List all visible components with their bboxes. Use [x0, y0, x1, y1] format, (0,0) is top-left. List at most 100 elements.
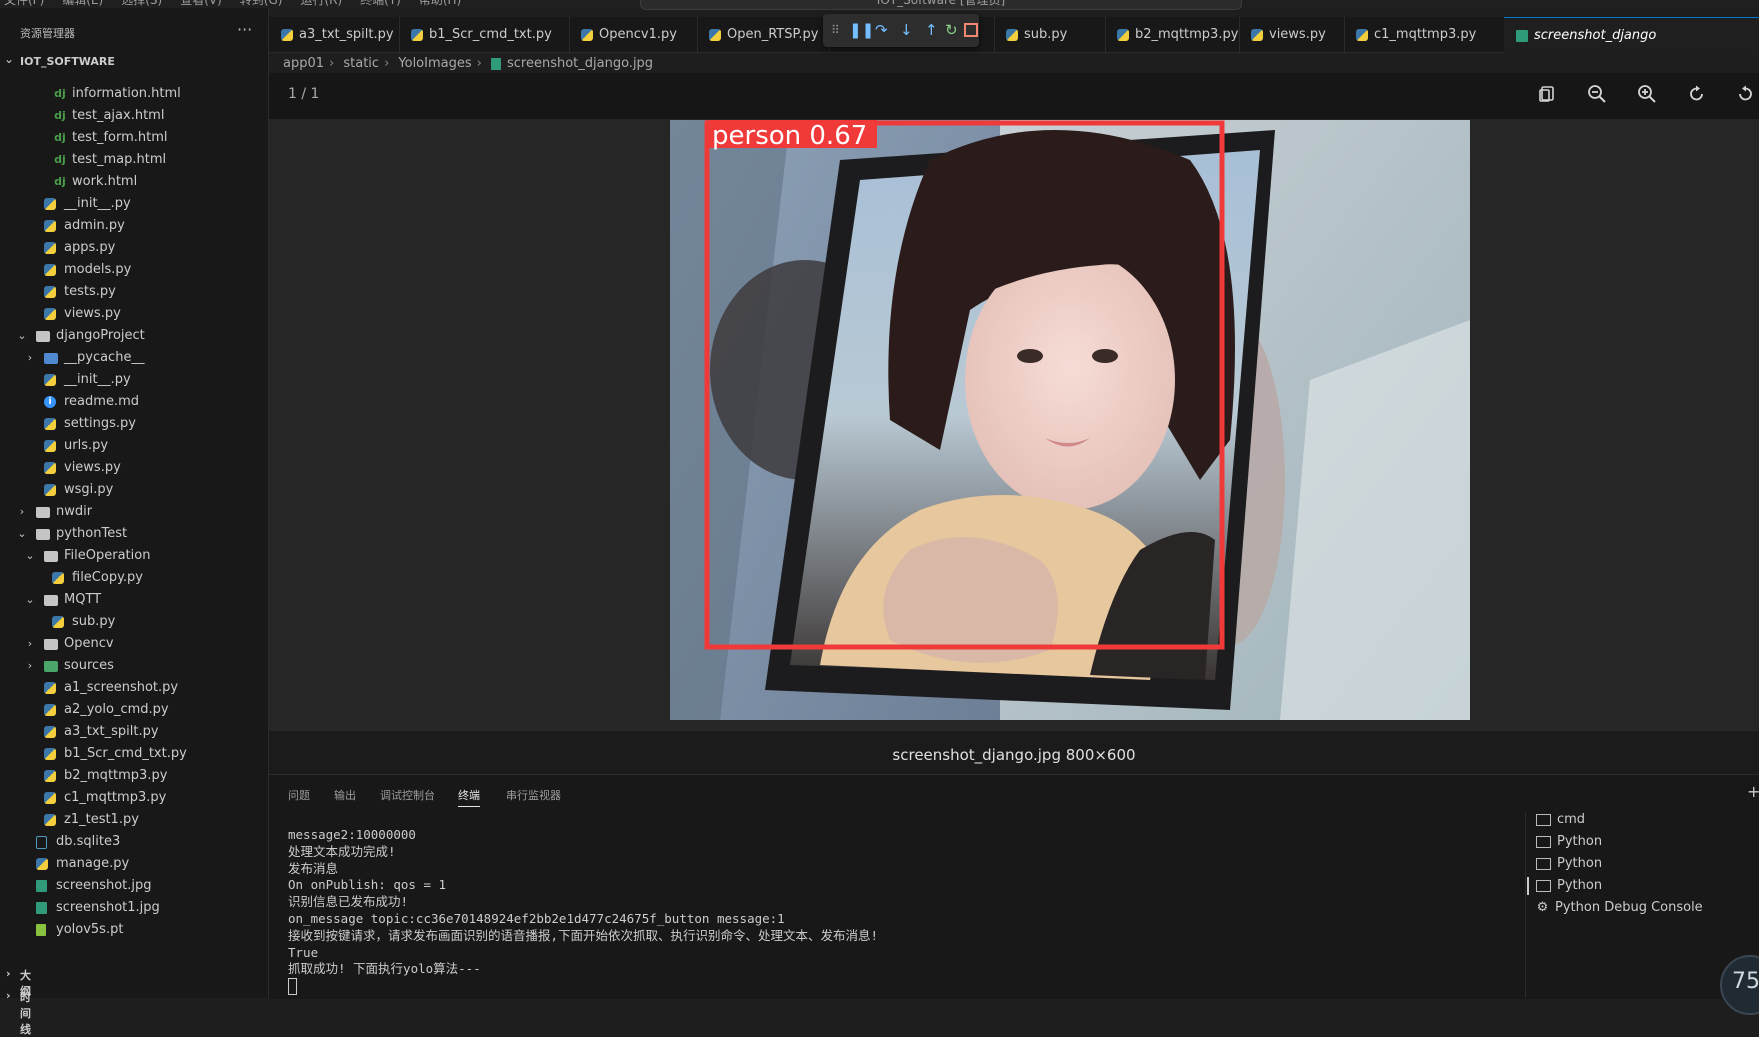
breadcrumb-item[interactable]: static [343, 56, 379, 71]
tree-item[interactable]: fileCopy.py [0, 567, 268, 589]
editor-tab[interactable]: a3_txt_spilt.py [269, 17, 400, 52]
panel-tab[interactable]: 串行监视器 [506, 786, 561, 806]
tree-item[interactable]: __init__.py [0, 369, 268, 391]
editor-tab[interactable]: b2_mqttmp3.py [1105, 17, 1240, 52]
tree-item[interactable]: manage.py [0, 853, 268, 875]
tree-item[interactable]: › Opencv [0, 633, 268, 655]
menu-bar[interactable]: 文件(F) 编辑(E) 选择(S) 查看(V) 转到(G) 运行(R) 终端(T) 帮助(H) [4, 0, 479, 8]
tree-item-label: a2_yolo_cmd.py [64, 702, 169, 717]
editor-tab[interactable]: Opencv1.py [569, 17, 698, 52]
tree-item[interactable]: dj test_map.html [0, 149, 268, 171]
tree-item[interactable]: ⌄ MQTT [0, 589, 268, 611]
tree-item[interactable]: a3_txt_spilt.py [0, 721, 268, 743]
tree-item[interactable]: i readme.md [0, 391, 268, 413]
editor-tab[interactable]: b1_Scr_cmd_txt.py [399, 17, 570, 52]
tree-item[interactable]: ⌄ pythonTest [0, 523, 268, 545]
tree-item[interactable]: wsgi.py [0, 479, 268, 501]
tree-item[interactable]: sub.py [0, 611, 268, 633]
editor-tab[interactable]: views.py [1239, 17, 1345, 52]
copy-icon[interactable] [1535, 84, 1559, 108]
command-center[interactable]: IOT_Software [管理员] [640, 0, 1242, 10]
tree-item[interactable]: a1_screenshot.py [0, 677, 268, 699]
step-over-icon[interactable]: ↷ [875, 20, 888, 40]
breadcrumb-item[interactable]: app01 [283, 56, 324, 71]
tree-item[interactable]: dj work.html [0, 171, 268, 193]
tree-item[interactable]: dj information.html [0, 83, 268, 105]
tab-label: b2_mqttmp3.py [1135, 27, 1239, 42]
terminal-instance[interactable]: ⚙ Python Debug Console [1536, 897, 1703, 919]
tree-item[interactable]: views.py [0, 457, 268, 479]
stop-icon[interactable] [964, 23, 978, 37]
tree-item[interactable]: yolov5s.pt [0, 919, 268, 941]
editor-tab[interactable]: screenshot_django [1504, 17, 1759, 53]
zoom-out-icon[interactable] [1585, 84, 1609, 108]
tree-item[interactable]: settings.py [0, 413, 268, 435]
tree-item[interactable]: a2_yolo_cmd.py [0, 699, 268, 721]
reset-icon[interactable] [1733, 84, 1757, 108]
tree-item[interactable]: › sources [0, 655, 268, 677]
new-terminal-icon[interactable]: + [1747, 782, 1759, 801]
tree-item[interactable]: apps.py [0, 237, 268, 259]
menu-item[interactable]: 帮助(H) [419, 0, 461, 7]
editor-tab[interactable]: sub.py [994, 17, 1106, 52]
tree-item-label: z1_test1.py [64, 812, 139, 827]
panel-tab[interactable]: 输出 [334, 786, 356, 806]
breadcrumb-item[interactable]: screenshot_django.jpg [507, 56, 653, 71]
database-icon [36, 836, 47, 849]
chevron-down-icon[interactable]: ⌄ [4, 52, 14, 66]
workspace-root[interactable]: IOT_SOFTWARE [20, 55, 115, 68]
terminal-output[interactable]: message2:10000000 处理文本成功完成! 发布消息 On onPubli… [288, 827, 878, 996]
python-icon [44, 308, 56, 320]
tree-item[interactable]: dj test_form.html [0, 127, 268, 149]
tree-item[interactable]: screenshot.jpg [0, 875, 268, 897]
tree-item[interactable]: tests.py [0, 281, 268, 303]
step-out-icon[interactable]: ↑ [925, 20, 938, 40]
tree-item[interactable]: › nwdir [0, 501, 268, 523]
tree-item[interactable]: ⌄ djangoProject [0, 325, 268, 347]
menu-item[interactable]: 文件(F) [4, 0, 44, 7]
tree-item[interactable]: › __pycache__ [0, 347, 268, 369]
menu-item[interactable]: 编辑(E) [62, 0, 103, 7]
tree-item[interactable]: screenshot1.jpg [0, 897, 268, 919]
pause-icon[interactable]: ❚❚ [849, 20, 874, 40]
tree-item-label: sources [64, 658, 114, 673]
terminal-instance[interactable]: Python [1536, 831, 1602, 853]
zoom-in-icon[interactable] [1635, 84, 1659, 108]
python-icon [44, 748, 56, 760]
panel-tab[interactable]: 问题 [288, 786, 310, 806]
tree-item[interactable]: c1_mqttmp3.py [0, 787, 268, 809]
tree-item[interactable]: models.py [0, 259, 268, 281]
editor-tab[interactable]: Open_RTSP.py [697, 17, 830, 52]
breadcrumb-item[interactable]: YoloImages [398, 56, 471, 71]
tree-item[interactable]: ⌄ FileOperation [0, 545, 268, 567]
terminal-cursor [288, 978, 297, 996]
folder-green-icon [44, 661, 58, 672]
terminal-instance[interactable]: cmd [1536, 809, 1585, 831]
editor-tab[interactable]: c1_mqttmp3.py [1344, 17, 1505, 52]
menu-item[interactable]: 选择(S) [121, 0, 162, 7]
tree-item[interactable]: urls.py [0, 435, 268, 457]
panel-tab[interactable]: 终端 [458, 786, 480, 807]
terminal-instance[interactable]: Python [1536, 853, 1602, 875]
terminal-line: 发布消息 [288, 860, 339, 876]
tree-item[interactable]: views.py [0, 303, 268, 325]
panel-tab[interactable]: 调试控制台 [380, 786, 435, 806]
terminal-instance[interactable]: Python [1526, 875, 1602, 897]
tree-item[interactable]: db.sqlite3 [0, 831, 268, 853]
more-actions-icon[interactable]: ··· [237, 20, 252, 39]
step-into-icon[interactable]: ↓ [900, 20, 913, 40]
restart-icon[interactable]: ↻ [945, 20, 958, 40]
tree-item-label: a3_txt_spilt.py [64, 724, 159, 739]
tree-item[interactable]: b2_mqttmp3.py [0, 765, 268, 787]
menu-item[interactable]: 转到(G) [240, 0, 283, 7]
tree-item[interactable]: admin.py [0, 215, 268, 237]
menu-item[interactable]: 终端(T) [360, 0, 401, 7]
rotate-icon[interactable] [1685, 84, 1709, 108]
menu-item[interactable]: 运行(R) [300, 0, 342, 7]
tree-item[interactable]: b1_Scr_cmd_txt.py [0, 743, 268, 765]
tree-item[interactable]: z1_test1.py [0, 809, 268, 831]
tree-item[interactable]: dj test_ajax.html [0, 105, 268, 127]
tree-item[interactable]: __init__.py [0, 193, 268, 215]
drag-handle-icon[interactable]: ⠿ [831, 20, 840, 40]
menu-item[interactable]: 查看(V) [180, 0, 222, 7]
